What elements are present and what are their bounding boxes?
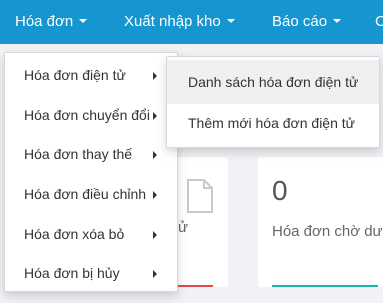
nav-menu-label: C — [375, 13, 383, 30]
top-navbar: Hóa đơn Xuất nhập kho Báo cáo C — [0, 0, 383, 44]
nav-menu-label: Hóa đơn — [15, 13, 74, 30]
submenu-item-danh-sach-hoa-don[interactable]: Danh sách hóa đơn điện tử — [167, 60, 379, 104]
submenu-item-them-moi-hoa-don[interactable]: Thêm mới hóa đơn điện tử — [167, 101, 379, 145]
chevron-right-icon — [153, 270, 157, 278]
stat-card-pending[interactable]: 0 Hóa đơn chờ dư — [258, 157, 383, 287]
dropdown-item-label: Hóa đơn điện tử — [24, 67, 126, 83]
caret-down-icon — [333, 19, 342, 23]
submenu-item-label: Danh sách hóa đơn điện tử — [188, 74, 359, 90]
chevron-right-icon — [153, 112, 157, 120]
card-label: Hóa đơn chờ dư — [272, 223, 383, 240]
nav-menu-label: Xuất nhập kho — [124, 13, 221, 30]
dropdown-item-label: Hóa đơn điều chỉnh — [24, 186, 147, 202]
caret-down-icon — [226, 19, 235, 23]
dropdown-item-hoa-don-thay-the[interactable]: Hóa đơn thay thế — [5, 135, 177, 174]
dropdown-item-label: Hóa đơn xóa bỏ — [24, 226, 125, 242]
dropdown-item-label: Hóa đơn thay thế — [24, 146, 133, 162]
chevron-right-icon — [153, 151, 157, 159]
chevron-right-icon — [153, 191, 157, 199]
dropdown-item-hoa-don-xoa-bo[interactable]: Hóa đơn xóa bỏ — [5, 215, 177, 254]
nav-menu-label: Báo cáo — [272, 13, 328, 30]
document-icon — [187, 179, 213, 213]
submenu-item-label: Thêm mới hóa đơn điện tử — [188, 115, 356, 131]
nav-menu-xuat-nhap-kho[interactable]: Xuất nhập kho — [124, 0, 235, 44]
caret-down-icon — [79, 19, 88, 23]
card-accent-bar — [272, 285, 378, 287]
e-invoice-submenu: Danh sách hóa đơn điện tử Thêm mới hóa đ… — [166, 56, 380, 148]
dropdown-item-label: Hóa đơn bị hủy — [24, 265, 120, 281]
nav-menu-truncated[interactable]: C — [375, 0, 383, 44]
chevron-right-icon — [153, 72, 157, 80]
invoice-dropdown-menu: Hóa đơn điện tử Hóa đơn chuyển đổi Hóa đ… — [4, 52, 178, 292]
card-label: ử — [178, 219, 189, 236]
dropdown-item-label: Hóa đơn chuyển đổi — [24, 107, 150, 123]
card-value: 0 — [272, 175, 288, 206]
dropdown-item-hoa-don-dien-tu[interactable]: Hóa đơn điện tử — [5, 56, 177, 95]
dropdown-item-hoa-don-dieu-chinh[interactable]: Hóa đơn điều chỉnh — [5, 175, 177, 214]
chevron-right-icon — [153, 231, 157, 239]
nav-menu-bao-cao[interactable]: Báo cáo — [272, 0, 342, 44]
dropdown-item-hoa-don-chuyen-doi[interactable]: Hóa đơn chuyển đổi — [5, 96, 177, 135]
dropdown-item-hoa-don-bi-huy[interactable]: Hóa đơn bị hủy — [5, 254, 177, 293]
nav-menu-hoa-don[interactable]: Hóa đơn — [15, 0, 88, 44]
